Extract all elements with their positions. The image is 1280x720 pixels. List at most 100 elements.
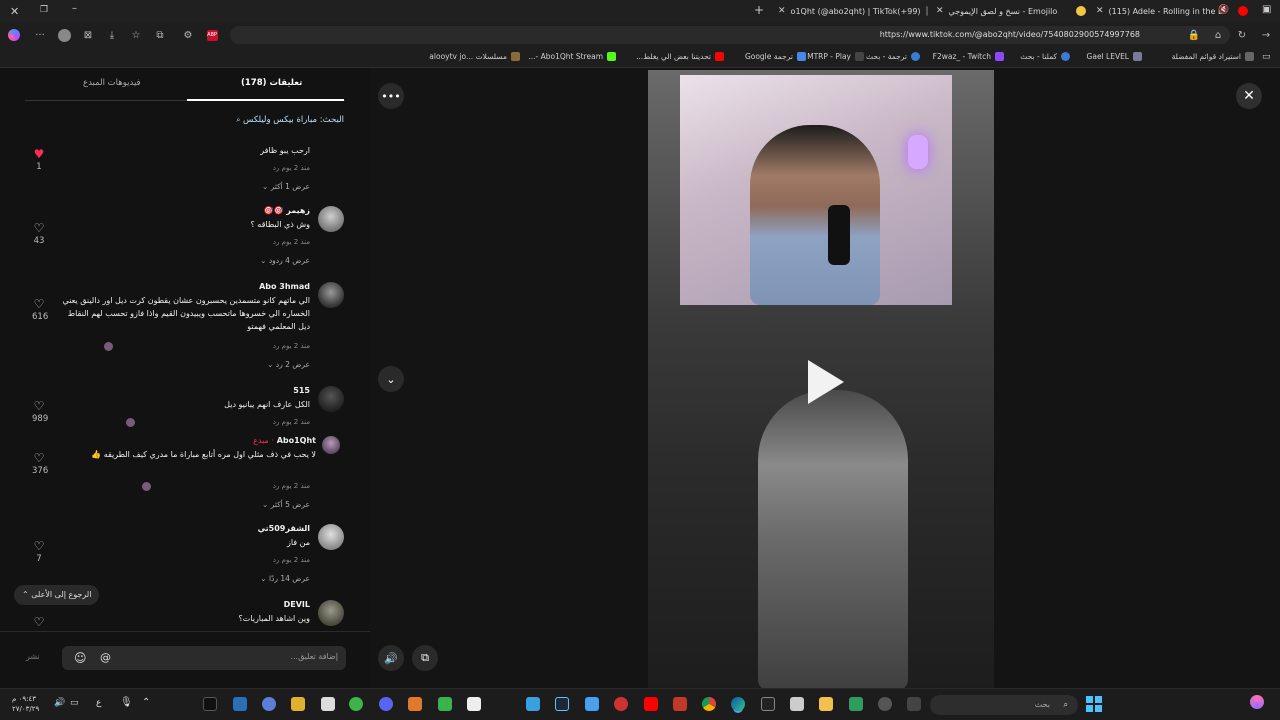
tab-tiktok[interactable]: ✕ o1Qht (@abo2qht) | TikTok(+99) xyxy=(778,2,928,20)
close-window-icon[interactable]: ✕ xyxy=(10,5,19,18)
avatar[interactable] xyxy=(318,600,344,626)
youtube-icon[interactable] xyxy=(644,697,658,711)
media-player-icon[interactable] xyxy=(438,697,452,711)
comment-author[interactable]: 515 xyxy=(293,386,310,395)
bookmark-item[interactable]: Abo1Qht Stream -... xyxy=(528,52,616,61)
chrome-icon[interactable] xyxy=(702,697,716,711)
like-button[interactable]: ♡ 43 xyxy=(32,222,46,246)
tab-youtube[interactable]: ✕ (115) Adele - Rolling in the D xyxy=(1096,2,1226,20)
play-icon[interactable] xyxy=(808,360,844,404)
tab-creator-videos[interactable]: فيديوهات المبدع xyxy=(83,78,141,88)
bookmark-item[interactable]: ترجمة - بحث xyxy=(866,52,920,61)
like-button[interactable]: ♡ 989 xyxy=(32,400,48,424)
more-menu-icon[interactable]: ··· xyxy=(32,27,48,43)
profile-avatar-icon[interactable] xyxy=(56,27,72,43)
home-icon[interactable]: ⌂ xyxy=(1210,27,1226,43)
bookmark-item[interactable]: MTRP - Play xyxy=(807,52,864,61)
app-icon[interactable] xyxy=(585,697,599,711)
like-button[interactable]: ♡ 376 xyxy=(32,452,48,476)
comment-meta[interactable]: منذ 2 يوم رد xyxy=(273,418,310,426)
mute-tab-icon[interactable]: 🔇 xyxy=(1218,5,1229,15)
view-replies-button[interactable]: عرض 1 أكثر ⌄ xyxy=(262,182,310,191)
comment-meta[interactable]: منذ 2 يوم رد xyxy=(273,164,310,172)
url-field[interactable]: https://www.tiktok.com/@abo2qht/video/75… xyxy=(230,26,1230,44)
like-button[interactable]: ♥ 1 xyxy=(32,148,46,172)
search-suggestion[interactable]: البحث: مباراة بيكس وليلكس ⌕ xyxy=(236,115,344,125)
comment-meta[interactable]: منذ 2 يوم رد xyxy=(273,238,310,246)
comment-author[interactable]: زهيمر 🎯🎯 xyxy=(264,206,310,215)
shield-icon[interactable] xyxy=(233,697,247,711)
forward-icon[interactable]: → xyxy=(1258,27,1274,43)
epic-games-icon[interactable] xyxy=(761,697,775,711)
picture-in-picture-icon[interactable]: ⧉ xyxy=(412,645,438,671)
windows-start-icon[interactable] xyxy=(1086,696,1102,712)
app-icon[interactable] xyxy=(849,697,863,711)
avatar[interactable] xyxy=(318,524,344,550)
app-icon[interactable] xyxy=(790,697,804,711)
comment-author[interactable]: الشقر509تي xyxy=(258,524,310,533)
microphone-icon[interactable]: 🎙 xyxy=(120,697,133,708)
settings-icon[interactable]: ⚙ xyxy=(180,27,196,43)
favorites-icon[interactable]: ☆ xyxy=(128,27,144,43)
adblock-icon[interactable]: ABP xyxy=(204,27,220,43)
bookmark-item[interactable]: F2waz_ - Twitch xyxy=(933,52,1004,61)
downloads-icon[interactable]: ⤓ xyxy=(104,27,120,43)
language-icon[interactable]: ع xyxy=(96,698,101,708)
bookmark-item[interactable]: كملنا - بحث xyxy=(1020,52,1070,61)
video-player[interactable] xyxy=(648,70,994,690)
volume-icon[interactable]: 🔊 xyxy=(378,645,404,671)
comment-meta[interactable]: منذ 2 يوم رد xyxy=(273,556,310,564)
screenshot-icon[interactable]: ⊠ xyxy=(80,27,96,43)
site-info-icon[interactable]: 🔒 xyxy=(1186,27,1202,43)
comment-author[interactable]: DEVIL xyxy=(284,600,310,609)
tiktok-icon[interactable] xyxy=(203,697,217,711)
chevron-up-icon[interactable]: ⌃ xyxy=(142,697,150,708)
tab-actions-icon[interactable]: ▣ xyxy=(1262,4,1271,15)
bookmark-item[interactable]: استيراد قوائم المفضلة xyxy=(1172,52,1254,61)
avatar[interactable] xyxy=(318,282,344,308)
file-icon[interactable] xyxy=(321,697,335,711)
back-to-top-button[interactable]: ⌃ الرجوع إلى الأعلى xyxy=(14,585,100,605)
comment-meta[interactable]: منذ 2 يوم رد xyxy=(273,482,310,490)
extensions-icon[interactable]: ⧉ xyxy=(152,27,168,43)
close-icon[interactable]: ✕ xyxy=(1236,83,1262,109)
like-button[interactable]: ♡ 616 xyxy=(32,298,48,322)
taskbar-search[interactable]: بحث ⌕ xyxy=(930,695,1078,715)
bookmark-item[interactable]: ترجمة Google xyxy=(745,52,806,61)
avatar[interactable] xyxy=(318,206,344,232)
app-icon[interactable] xyxy=(614,697,628,711)
system-clock[interactable]: ٠٩:٤٣ م ٢٧/٠٣/٢٩ xyxy=(12,694,39,714)
app-icon[interactable] xyxy=(673,697,687,711)
view-replies-button[interactable]: عرض 5 أكثر ⌄ xyxy=(262,500,310,509)
avatar[interactable] xyxy=(322,436,340,454)
network-icon[interactable]: ▭ xyxy=(70,698,79,708)
app-icon[interactable] xyxy=(408,697,422,711)
bookmark-item[interactable]: تحديتنا بعض الي يغلط... xyxy=(636,52,724,61)
comment-author[interactable]: Abo1Qht · مبدع xyxy=(253,436,316,445)
more-options-icon[interactable]: ••• xyxy=(378,83,404,109)
file-explorer-icon[interactable] xyxy=(819,697,833,711)
bookmark-item[interactable]: مسلسلات ...alooytv jo xyxy=(429,52,520,61)
refresh-icon[interactable]: ↻ xyxy=(1234,27,1250,43)
tab-comments[interactable]: (178) تعليقات xyxy=(241,78,302,88)
app-icon[interactable] xyxy=(262,697,276,711)
tab-close-icon[interactable]: ✕ xyxy=(936,6,944,16)
new-tab-icon[interactable]: + xyxy=(754,3,764,17)
comment-author[interactable]: Abo 3hmad xyxy=(259,282,310,291)
view-replies-button[interactable]: عرض 14 ردًا ⌄ xyxy=(260,574,310,583)
steam-icon[interactable] xyxy=(555,697,569,711)
restore-window-icon[interactable]: ❐ xyxy=(40,5,48,15)
mention-icon[interactable]: @ xyxy=(100,651,111,664)
speaker-icon[interactable]: 🔊 xyxy=(54,698,65,708)
app-icon[interactable] xyxy=(291,697,305,711)
like-button[interactable]: ♡ 7 xyxy=(32,540,46,564)
comment-meta[interactable]: منذ 2 يوم رد xyxy=(273,342,310,350)
tab-emojilo[interactable]: ✕ نسخ و لصق الإيموجي - Emojilo xyxy=(936,2,1066,20)
avatar[interactable] xyxy=(318,386,344,412)
capcut-icon[interactable] xyxy=(467,697,481,711)
copilot-icon[interactable] xyxy=(1250,695,1264,709)
view-replies-button[interactable]: عرض 4 ردود ⌄ xyxy=(260,256,310,265)
task-view-icon[interactable] xyxy=(907,697,921,711)
app-icon[interactable] xyxy=(526,697,540,711)
bookmark-item[interactable]: Gael LEVEL xyxy=(1087,52,1142,61)
